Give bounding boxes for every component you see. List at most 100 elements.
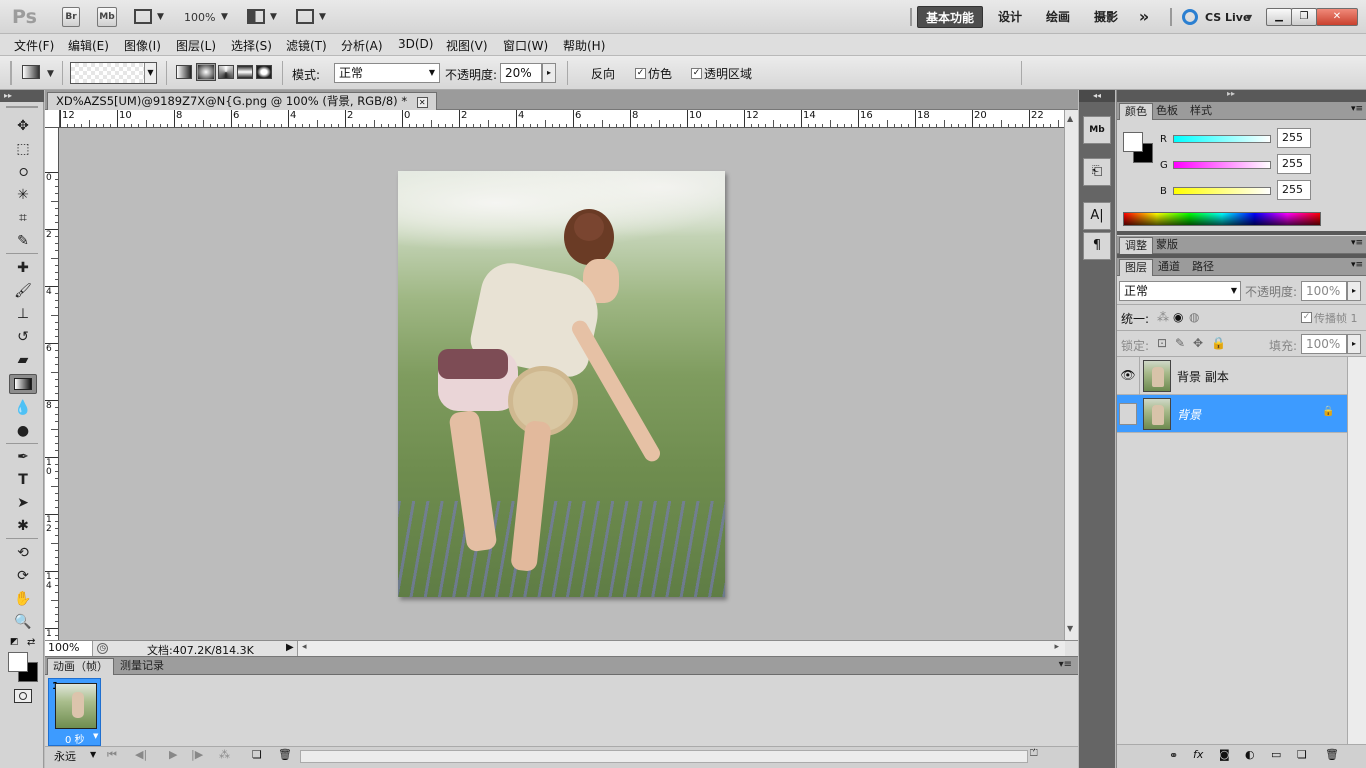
tab-paths[interactable]: 路径 [1187,259,1219,276]
character-panel-icon[interactable]: A| [1083,202,1111,230]
duplicate-frame-icon[interactable]: ❏ [252,748,262,761]
chevron-down-icon[interactable]: ▼ [221,12,228,22]
default-colors-icon[interactable]: ◩ [10,637,19,647]
marquee-tool-icon[interactable]: ⬚ [9,139,37,159]
layer-opacity-slider-button[interactable]: ▸ [1347,281,1361,301]
channel-b-input[interactable]: 255 [1277,180,1311,200]
reverse-label[interactable]: 反向 [591,65,615,82]
collapse-icon[interactable]: ▸▸ [1227,89,1235,98]
new-layer-icon[interactable]: ❏ [1297,748,1307,761]
eyedropper-tool-icon[interactable]: ✎ [9,231,37,251]
cs-live-label[interactable]: CS Live [1205,11,1250,24]
channel-g-slider[interactable] [1173,161,1271,169]
menu-view[interactable]: 视图(V) [446,37,488,54]
chevron-down-icon[interactable]: ▼ [93,732,98,740]
blur-tool-icon[interactable]: 💧 [9,398,37,418]
scroll-down-icon[interactable]: ▼ [1067,624,1073,633]
transparency-label[interactable]: 透明区域 [704,65,752,82]
animation-scrollbar[interactable] [300,750,1028,763]
add-mask-icon[interactable]: ◙ [1219,748,1230,761]
panel-menu-icon[interactable]: ▾≡ [1351,104,1363,114]
status-menu-arrow-icon[interactable]: ▶ [286,642,294,653]
previous-frame-icon[interactable]: ◀| [135,748,147,761]
tab-channels[interactable]: 通道 [1153,259,1185,276]
menu-layer[interactable]: 图层(L) [176,37,216,54]
foreground-color-swatch[interactable] [8,652,28,672]
propagate-frame-checkbox[interactable]: ✓ [1301,312,1312,323]
tab-color[interactable]: 颜色 [1119,103,1153,120]
document-tab[interactable]: XD%AZS5[UM)@9189Z7X@N{G.png @ 100% (背景, … [47,92,437,110]
paragraph-panel-icon[interactable]: ¶ [1083,232,1111,260]
unify-style-icon[interactable]: ◍ [1189,310,1199,324]
channel-b-slider[interactable] [1173,187,1271,195]
color-panel-foreground-swatch[interactable] [1123,132,1143,152]
visibility-toggle[interactable] [1119,403,1137,425]
channel-r-slider[interactable] [1173,135,1271,143]
tab-adjustments[interactable]: 调整 [1119,237,1153,254]
gradient-tool-icon[interactable] [9,374,37,394]
canvas-area[interactable] [60,128,1064,639]
mode-select[interactable]: 正常 ▼ [334,63,440,83]
collapse-toolbox-icon[interactable]: ▸▸ [0,90,44,102]
fill-input[interactable]: 100% [1301,334,1347,354]
eye-icon[interactable]: 👁 [1119,364,1137,386]
dither-checkbox[interactable]: ✓ [635,68,646,79]
unify-visibility-icon[interactable]: ◉ [1173,310,1183,324]
tab-swatches[interactable]: 色板 [1151,103,1183,120]
type-tool-icon[interactable]: T [9,470,37,490]
3d-orbit-tool-icon[interactable]: ⟳ [9,566,37,586]
panel-menu-icon[interactable]: ▾≡ [1351,238,1363,248]
brush-tool-icon[interactable]: 🖌 [9,281,37,301]
animation-frame[interactable]: 1 0 秒 ▼ [48,678,101,746]
menu-help[interactable]: 帮助(H) [563,37,605,54]
menu-image[interactable]: 图像(I) [124,37,161,54]
move-tool-icon[interactable]: ✥ [9,116,37,136]
menu-file[interactable]: 文件(F) [14,37,54,54]
panel-menu-icon[interactable]: ▾≡ [1351,260,1363,270]
scroll-left-icon[interactable]: ◂ [302,642,307,652]
chevron-down-icon[interactable]: ▼ [47,69,54,79]
loop-select[interactable]: 永远 [54,748,76,764]
adjustment-layer-icon[interactable]: ◐ [1245,748,1255,761]
fill-slider-button[interactable]: ▸ [1347,334,1361,354]
menu-analysis[interactable]: 分析(A) [341,37,383,54]
eraser-tool-icon[interactable]: ▰ [9,350,37,370]
chevron-down-icon[interactable]: ▼ [319,12,326,22]
workspace-essentials[interactable]: 基本功能 [917,6,983,28]
healing-brush-tool-icon[interactable]: ✚ [9,258,37,278]
gradient-tool-preset-icon[interactable] [22,65,40,79]
chevron-down-icon[interactable]: ▼ [1246,13,1252,22]
ruler-origin[interactable] [45,110,60,128]
menu-window[interactable]: 窗口(W) [503,37,548,54]
layer-opacity-input[interactable]: 100% [1301,281,1347,301]
reflected-gradient-icon[interactable] [237,65,253,79]
menu-select[interactable]: 选择(S) [231,37,272,54]
minimize-button[interactable]: ▁ [1266,8,1292,26]
scroll-right-icon[interactable]: ▸ [1054,642,1059,652]
quick-selection-tool-icon[interactable]: ✳ [9,185,37,205]
layer-style-icon[interactable]: fx [1193,748,1203,761]
screen-mode-icon[interactable] [296,9,314,24]
vertical-scrollbar[interactable]: ▲ ▼ [1064,110,1078,640]
channel-r-input[interactable]: 255 [1277,128,1311,148]
layer-row[interactable]: 背景 🔒 [1117,395,1347,433]
status-zoom-input[interactable]: 100% [45,641,93,656]
mini-bridge-button[interactable]: Mb [97,7,117,27]
unify-position-icon[interactable]: ⁂ [1157,310,1169,324]
shape-tool-icon[interactable]: ✱ [9,516,37,536]
clone-stamp-tool-icon[interactable]: ⊥ [9,304,37,324]
quick-mask-icon[interactable] [14,689,32,703]
menu-3d[interactable]: 3D(D) [398,37,433,51]
close-button[interactable]: ✕ [1316,8,1358,26]
more-workspaces-button[interactable]: » [1132,6,1156,28]
transparency-checkbox[interactable]: ✓ [691,68,702,79]
expand-dock-icon[interactable]: ◂◂ [1079,90,1115,102]
chevron-down-icon[interactable]: ▼ [270,12,277,22]
tab-masks[interactable]: 蒙版 [1151,237,1183,254]
history-brush-tool-icon[interactable]: ↺ [9,327,37,347]
chevron-down-icon[interactable]: ▼ [90,750,96,759]
pen-tool-icon[interactable]: ✒ [9,447,37,467]
chevron-down-icon[interactable]: ▼ [144,63,156,83]
crop-tool-icon[interactable]: ⌗ [9,208,37,228]
workspace-photography[interactable]: 摄影 [1086,6,1126,28]
